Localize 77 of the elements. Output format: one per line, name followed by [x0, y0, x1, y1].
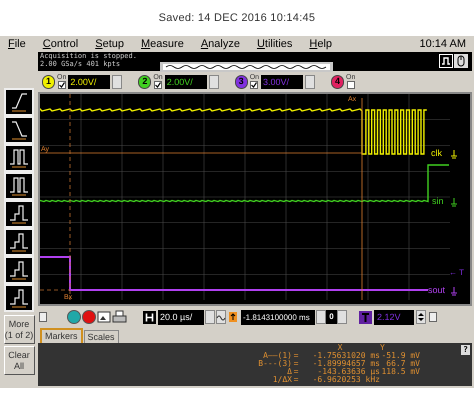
pulse-icon[interactable]: [4, 172, 34, 200]
saved-timestamp: Saved: 14 DEC 2016 10:14:45: [158, 10, 316, 26]
wave-toggle-icon[interactable]: [216, 310, 226, 324]
falling-edge-icon[interactable]: [4, 116, 34, 144]
tab[interactable]: Markers: [40, 328, 83, 343]
fine-toggle-icon[interactable]: [205, 310, 215, 324]
column-header: X: [336, 344, 344, 352]
printer-icon[interactable]: [112, 310, 127, 324]
readout-label: Δ: [286, 368, 292, 376]
readout-value: 66.7 mV: [385, 360, 420, 368]
readout-value: -6.9620253 kHz: [312, 376, 380, 384]
ground-icon: [450, 150, 458, 158]
channel-checkbox[interactable]: [250, 81, 258, 89]
channel-checkbox[interactable]: [154, 81, 162, 89]
ground-icon: [450, 286, 458, 296]
stop-button[interactable]: [82, 310, 96, 324]
channel-badge[interactable]: 4: [331, 74, 344, 88]
step-pulse-icon[interactable]: [4, 256, 34, 284]
equals-sign: =: [292, 368, 300, 376]
ground-icon: [450, 198, 458, 206]
scale-field[interactable]: 2.00V/: [164, 74, 207, 88]
trace-label: sout: [428, 285, 446, 295]
run-button[interactable]: [67, 310, 81, 324]
help-button[interactable]: ?: [461, 345, 470, 355]
clear-all-button[interactable]: Clear All: [4, 346, 34, 375]
pulse-icon[interactable]: [4, 144, 34, 172]
scale-spinner[interactable]: [305, 74, 316, 88]
trigger-icon[interactable]: [359, 310, 372, 324]
readout-label: 1/ΔX: [272, 376, 292, 384]
horizontal-icon[interactable]: [143, 310, 156, 324]
equals-sign: =: [292, 360, 300, 368]
menu-item[interactable]: Control: [42, 36, 78, 52]
equals-sign: =: [292, 352, 300, 360]
menu-item[interactable]: Measure: [141, 36, 184, 52]
timebase-field[interactable]: 20.0 µs/: [158, 310, 204, 324]
step-button[interactable]: 0: [326, 310, 337, 324]
readout-value: -1.75631020 ms: [312, 352, 380, 360]
rising-edge-icon[interactable]: [4, 88, 34, 116]
readout-label: A——(1): [263, 352, 292, 360]
more-button[interactable]: More (1 of 2): [4, 315, 34, 344]
channel-badge[interactable]: 2: [138, 74, 152, 88]
scale-field[interactable]: 2.00V/: [68, 74, 110, 88]
pulse-icon[interactable]: [439, 54, 453, 68]
step-pulse-icon[interactable]: [4, 200, 34, 228]
mouse-icon[interactable]: [454, 54, 468, 68]
left-arrow-button[interactable]: [316, 310, 326, 324]
readout-value: 118.5 mV: [380, 368, 420, 376]
menu-item[interactable]: File: [8, 36, 26, 52]
spinner-icon[interactable]: [416, 310, 426, 324]
menu-item[interactable]: Setup: [95, 36, 124, 52]
trigger-marker: ← T: [449, 268, 464, 277]
menu-item[interactable]: Analyze: [200, 36, 240, 52]
pin-icon[interactable]: [39, 312, 47, 322]
readout-value: -143.63636 µs: [316, 368, 380, 376]
scale-spinner[interactable]: [112, 74, 122, 88]
step-pulse-icon[interactable]: [4, 228, 34, 256]
menu-item[interactable]: Utilities: [256, 36, 292, 52]
readout-value: -1.89994657 ms: [312, 360, 380, 368]
step-pulse-icon[interactable]: [4, 284, 34, 312]
clock: 10:14 AM: [420, 36, 466, 52]
readout-value: -51.9 mV: [380, 352, 420, 360]
equals-sign: =: [292, 376, 300, 384]
column-header: Y: [380, 344, 386, 352]
trace-label: sin: [432, 196, 444, 206]
channel-checkbox[interactable]: [346, 81, 355, 89]
right-arrow-button[interactable]: [337, 310, 347, 324]
tab[interactable]: Scales: [84, 330, 119, 343]
image-icon[interactable]: [97, 310, 111, 324]
scale-spinner[interactable]: [208, 74, 219, 88]
channel-checkbox[interactable]: [58, 81, 66, 89]
readout-label: B---(3): [257, 360, 292, 368]
menu-item[interactable]: Help: [309, 36, 332, 52]
marker-icon[interactable]: [229, 312, 237, 322]
trace-label: clk: [431, 148, 442, 158]
delay-field[interactable]: -1.8143100000 ms: [241, 310, 315, 324]
channel-badge[interactable]: 1: [42, 74, 55, 88]
pin-icon[interactable]: [429, 312, 437, 322]
